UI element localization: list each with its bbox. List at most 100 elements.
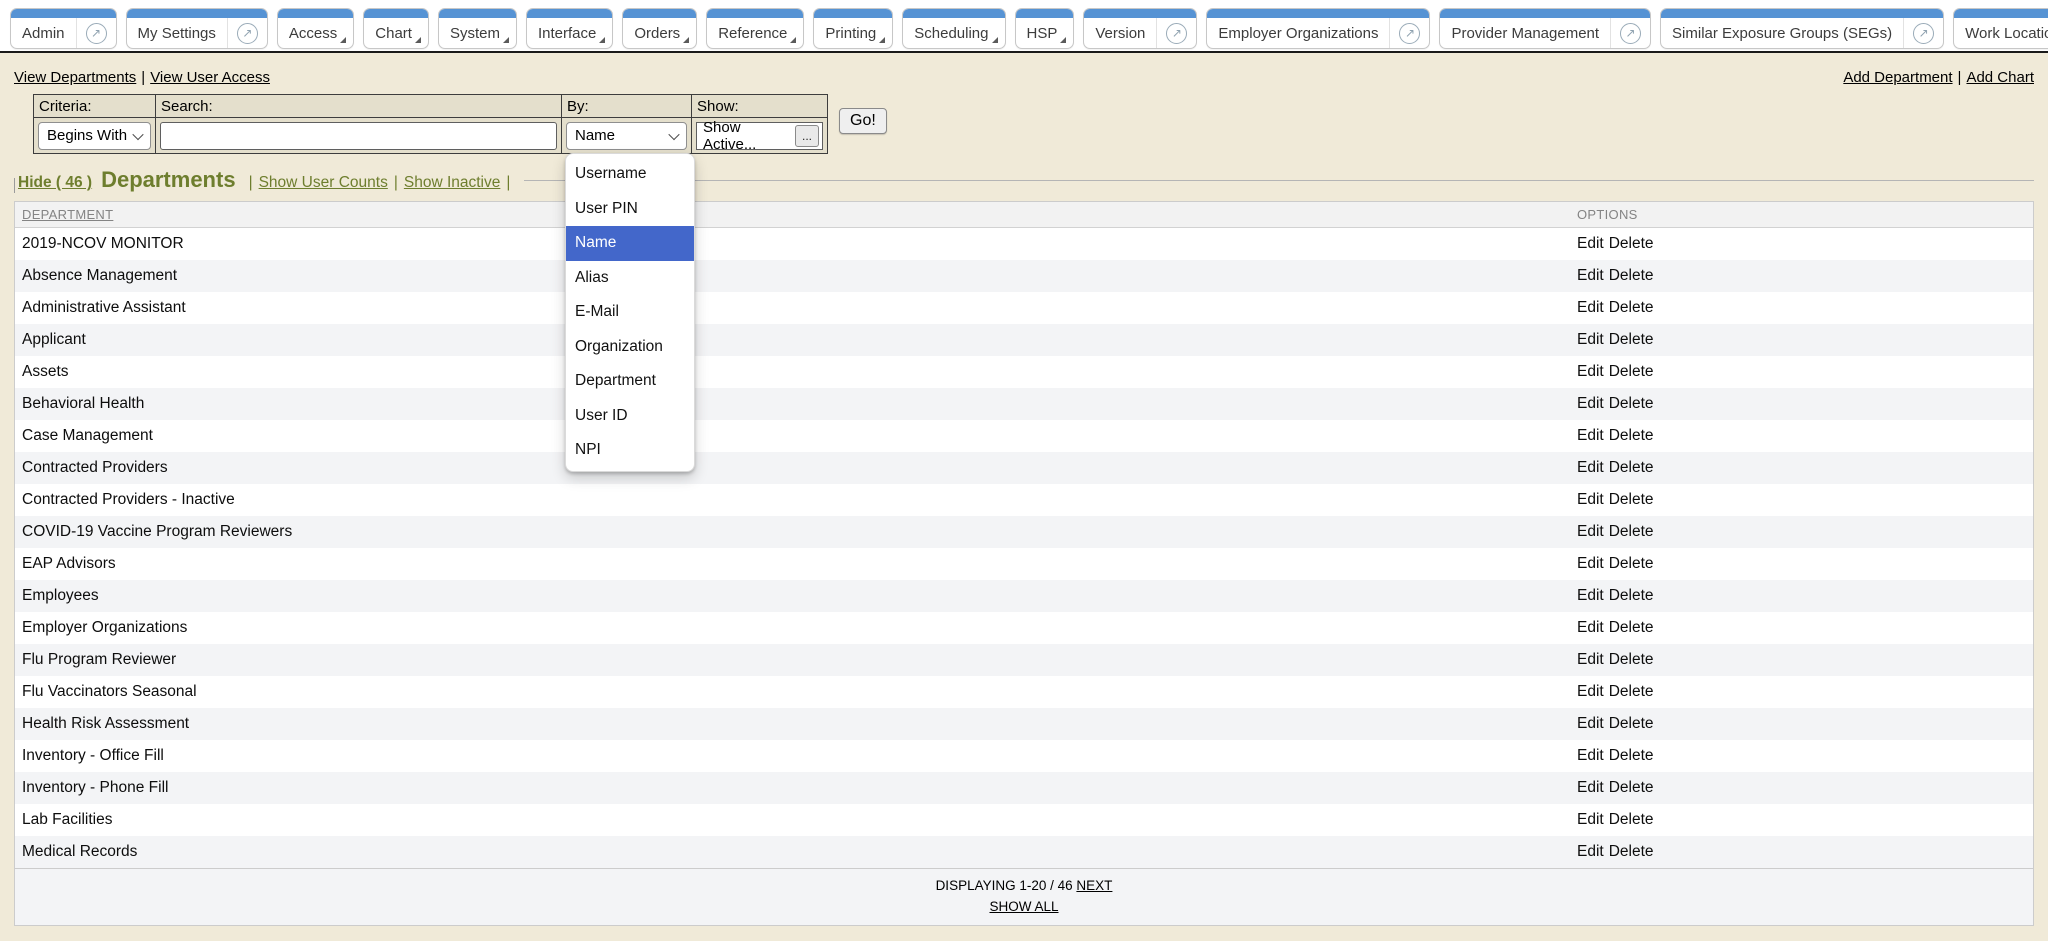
delete-link[interactable]: Delete [1609,267,1654,284]
show-filter-box[interactable]: Show Active... ... [696,122,823,150]
edit-link[interactable]: Edit [1577,299,1604,316]
show-filter-more-button[interactable]: ... [795,125,819,147]
nav-tab-employer-organizations[interactable]: Employer Organizations↗ [1206,8,1430,49]
nav-tab-system[interactable]: System [438,8,517,49]
edit-link[interactable]: Edit [1577,619,1604,636]
edit-link[interactable]: Edit [1577,363,1604,380]
nav-tab-admin[interactable]: Admin↗ [10,8,117,49]
menu-caret-icon [790,37,796,43]
edit-link[interactable]: Edit [1577,555,1604,572]
table-header-row: DEPARTMENT OPTIONS [15,202,2033,228]
edit-link[interactable]: Edit [1577,651,1604,668]
delete-link[interactable]: Delete [1609,235,1654,252]
delete-link[interactable]: Delete [1609,427,1654,444]
tab-body: System [439,18,516,48]
table-row: ApplicantEditDelete [15,324,2033,356]
by-select[interactable]: Name [566,122,687,150]
edit-link[interactable]: Edit [1577,427,1604,444]
show-user-counts-link[interactable]: Show User Counts [259,174,388,192]
external-link-icon[interactable]: ↗ [237,23,258,44]
delete-link[interactable]: Delete [1609,811,1654,828]
edit-link[interactable]: Edit [1577,459,1604,476]
nav-tab-interface[interactable]: Interface [526,8,613,49]
show-inactive-link[interactable]: Show Inactive [404,174,501,192]
delete-link[interactable]: Delete [1609,587,1654,604]
nav-tab-access[interactable]: Access [277,8,354,49]
edit-link[interactable]: Edit [1577,491,1604,508]
edit-link[interactable]: Edit [1577,587,1604,604]
department-sort-link[interactable]: DEPARTMENT [22,207,113,222]
external-link-icon[interactable]: ↗ [1399,23,1420,44]
by-option-user-pin[interactable]: User PIN [566,192,694,227]
by-option-department[interactable]: Department [566,364,694,399]
by-option-alias[interactable]: Alias [566,261,694,296]
edit-link[interactable]: Edit [1577,683,1604,700]
department-cell: Employees [15,587,1577,605]
edit-link[interactable]: Edit [1577,811,1604,828]
by-option-username[interactable]: Username [566,157,694,192]
nav-tab-orders[interactable]: Orders [622,8,697,49]
delete-link[interactable]: Delete [1609,619,1654,636]
view-user-access-link[interactable]: View User Access [150,69,270,86]
menu-caret-icon [683,37,689,43]
delete-link[interactable]: Delete [1609,683,1654,700]
add-department-link[interactable]: Add Department [1843,69,1952,86]
nav-tab-my-settings[interactable]: My Settings↗ [126,8,268,49]
delete-link[interactable]: Delete [1609,555,1654,572]
delete-link[interactable]: Delete [1609,459,1654,476]
search-input[interactable] [160,122,557,150]
delete-link[interactable]: Delete [1609,299,1654,316]
delete-link[interactable]: Delete [1609,491,1654,508]
edit-link[interactable]: Edit [1577,523,1604,540]
add-chart-link[interactable]: Add Chart [1966,69,2034,86]
tab-accent-bar [707,9,803,18]
show-all-link[interactable]: SHOW ALL [989,899,1058,914]
nav-tab-printing[interactable]: Printing [813,8,893,49]
edit-link[interactable]: Edit [1577,779,1604,796]
criteria-select[interactable]: Begins With [38,122,151,150]
edit-link[interactable]: Edit [1577,331,1604,348]
by-option-npi[interactable]: NPI [566,433,694,468]
nav-tabs: Admin↗My Settings↗AccessChart System Inter… [10,8,2048,49]
go-button[interactable]: Go! [839,108,887,134]
nav-tab-provider-management[interactable]: Provider Management↗ [1439,8,1651,49]
delete-link[interactable]: Delete [1609,779,1654,796]
external-link-icon[interactable]: ↗ [1166,23,1187,44]
external-link-icon[interactable]: ↗ [86,23,107,44]
view-departments-link[interactable]: View Departments [14,69,136,86]
delete-link[interactable]: Delete [1609,651,1654,668]
delete-link[interactable]: Delete [1609,331,1654,348]
external-link-icon[interactable]: ↗ [1913,23,1934,44]
nav-tab-hsp[interactable]: HSP [1015,8,1075,49]
delete-link[interactable]: Delete [1609,747,1654,764]
delete-link[interactable]: Delete [1609,843,1654,860]
nav-tab-reference[interactable]: Reference [706,8,804,49]
header-rule [524,180,2034,181]
delete-link[interactable]: Delete [1609,363,1654,380]
delete-link[interactable]: Delete [1609,395,1654,412]
delete-link[interactable]: Delete [1609,523,1654,540]
nav-tab-version[interactable]: Version↗ [1083,8,1197,49]
edit-link[interactable]: Edit [1577,715,1604,732]
tab-label: Work Locations [1954,25,2048,42]
by-option-user-id[interactable]: User ID [566,399,694,434]
by-option-name[interactable]: Name [566,226,694,261]
department-cell: Inventory - Phone Fill [15,779,1577,797]
next-page-link[interactable]: NEXT [1076,878,1112,893]
edit-link[interactable]: Edit [1577,843,1604,860]
edit-link[interactable]: Edit [1577,747,1604,764]
tab-external-wrap: ↗ [77,23,116,44]
edit-link[interactable]: Edit [1577,395,1604,412]
nav-tab-scheduling[interactable]: Scheduling [902,8,1005,49]
department-table: DEPARTMENT OPTIONS 2019-NCOV MONITOREdit… [14,201,2034,926]
by-option-organization[interactable]: Organization [566,330,694,365]
edit-link[interactable]: Edit [1577,267,1604,284]
nav-tab-chart[interactable]: Chart [363,8,429,49]
nav-tab-work-locations[interactable]: Work Locations↗ [1953,8,2048,49]
by-option-e-mail[interactable]: E-Mail [566,295,694,330]
delete-link[interactable]: Delete [1609,715,1654,732]
hide-count-link[interactable]: Hide ( 46 ) [18,174,92,192]
nav-tab-similar-exposure-groups-segs[interactable]: Similar Exposure Groups (SEGs)↗ [1660,8,1944,49]
external-link-icon[interactable]: ↗ [1620,23,1641,44]
edit-link[interactable]: Edit [1577,235,1604,252]
